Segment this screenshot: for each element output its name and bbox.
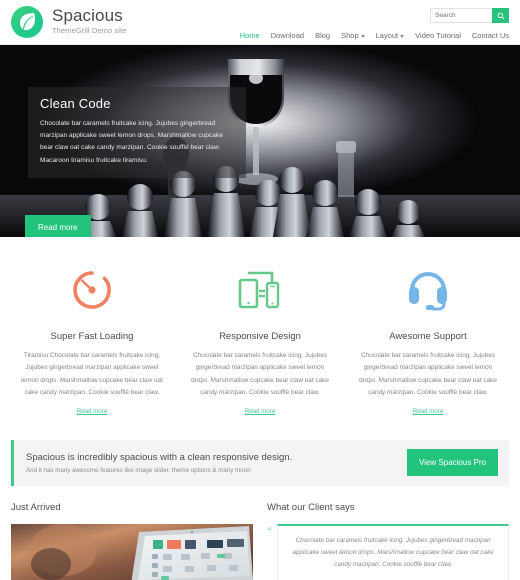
hero-read-more-button[interactable]: Read more (25, 215, 91, 237)
nav-item-layout[interactable]: Layout (376, 31, 405, 40)
feature-title: Super Fast Loading (50, 331, 134, 342)
site-title[interactable]: Spacious (52, 7, 127, 24)
testimonials-title: What our Client says (267, 501, 355, 513)
site-header: Spacious ThemeGrill Demo site Home Downl… (0, 0, 520, 45)
primary-navigation[interactable]: Home Download Blog Shop Layout Video Tut… (240, 31, 509, 40)
site-branding[interactable]: Spacious ThemeGrill Demo site (11, 6, 127, 38)
nav-item-home[interactable]: Home (240, 31, 260, 40)
features-section: Super Fast Loading Tiramisu Chocolate ba… (0, 237, 520, 426)
nav-label: Contact Us (471, 31, 509, 40)
call-to-action-banner: Spacious is incredibly spacious with a c… (11, 439, 509, 486)
search-input[interactable] (430, 8, 492, 23)
feature-title: Responsive Design (219, 331, 301, 342)
feature-card-awesome-support: Awesome Support Chocolate bar caramels f… (344, 259, 512, 418)
cta-subtext: And it has many awesome features like im… (26, 466, 251, 474)
feature-title: Awesome Support (389, 331, 467, 342)
just-arrived-post-thumbnail[interactable] (11, 523, 253, 580)
nav-label: Blog (315, 31, 331, 40)
cta-headline: Spacious is incredibly spacious with a c… (26, 451, 293, 463)
feature-text: Chocolate bar caramels fruitcake icing. … (359, 352, 497, 397)
leaf-icon (11, 6, 43, 38)
nav-label: Home (239, 31, 260, 40)
cta-text-block: Spacious is incredibly spacious with a c… (26, 452, 292, 474)
feature-text: Tiramisu Chocolate bar caramels fruitcak… (21, 352, 163, 397)
quote-mark-icon: “ (267, 523, 273, 538)
headset-support-icon (354, 259, 502, 321)
feature-read-more-link[interactable]: Read more (77, 408, 108, 415)
nav-label: Layout (375, 31, 399, 40)
responsive-devices-icon (186, 259, 334, 321)
feature-read-more-link[interactable]: Read more (245, 408, 276, 415)
hero-caption: Clean Code Chocolate bar caramels fruitc… (28, 87, 246, 178)
feature-card-responsive-design: Responsive Design Chocolate bar caramels… (176, 259, 344, 418)
feature-text: Chocolate bar caramels fruitcake icing. … (191, 352, 329, 397)
search-icon (497, 12, 504, 19)
just-arrived-title: Just Arrived (11, 501, 61, 513)
testimonial-item: “ Chocolate bar caramels fruitcake icing… (267, 523, 509, 580)
chevron-down-icon (400, 35, 405, 38)
nav-item-contact-us[interactable]: Contact Us (472, 31, 509, 40)
view-spacious-pro-button[interactable]: View Spacious Pro (407, 449, 498, 477)
hero-slider[interactable]: Clean Code Chocolate bar caramels fruitc… (0, 45, 520, 237)
nav-label: Video Tutorial (415, 31, 461, 40)
site-description: ThemeGrill Demo site (52, 26, 127, 36)
nav-label: Shop (341, 31, 359, 40)
bottom-sections: Just Arrived What our Client says “ Choc… (0, 486, 520, 580)
just-arrived-section: Just Arrived (11, 502, 253, 580)
search-button[interactable] (492, 8, 509, 23)
nav-label: Download (270, 31, 305, 40)
nav-item-shop[interactable]: Shop (341, 31, 365, 40)
feature-read-more-link[interactable]: Read more (413, 408, 444, 415)
nav-item-blog[interactable]: Blog (315, 31, 330, 40)
nav-item-download[interactable]: Download (271, 31, 304, 40)
search-form[interactable] (430, 8, 509, 23)
laptop-photo (11, 523, 253, 580)
feature-card-super-fast-loading: Super Fast Loading Tiramisu Chocolate ba… (8, 259, 176, 418)
speedometer-icon (18, 259, 166, 321)
testimonial-card: Chocolate bar caramels fruitcake icing. … (277, 523, 509, 580)
chevron-down-icon (360, 35, 365, 38)
hero-title: Clean Code (40, 96, 111, 111)
nav-item-video-tutorial[interactable]: Video Tutorial (415, 31, 461, 40)
testimonial-text: Chocolate bar caramels fruitcake icing. … (292, 536, 494, 569)
testimonials-section: What our Client says “ Chocolate bar car… (267, 502, 509, 580)
hero-text: Chocolate bar caramels fruitcake icing. … (40, 120, 223, 164)
